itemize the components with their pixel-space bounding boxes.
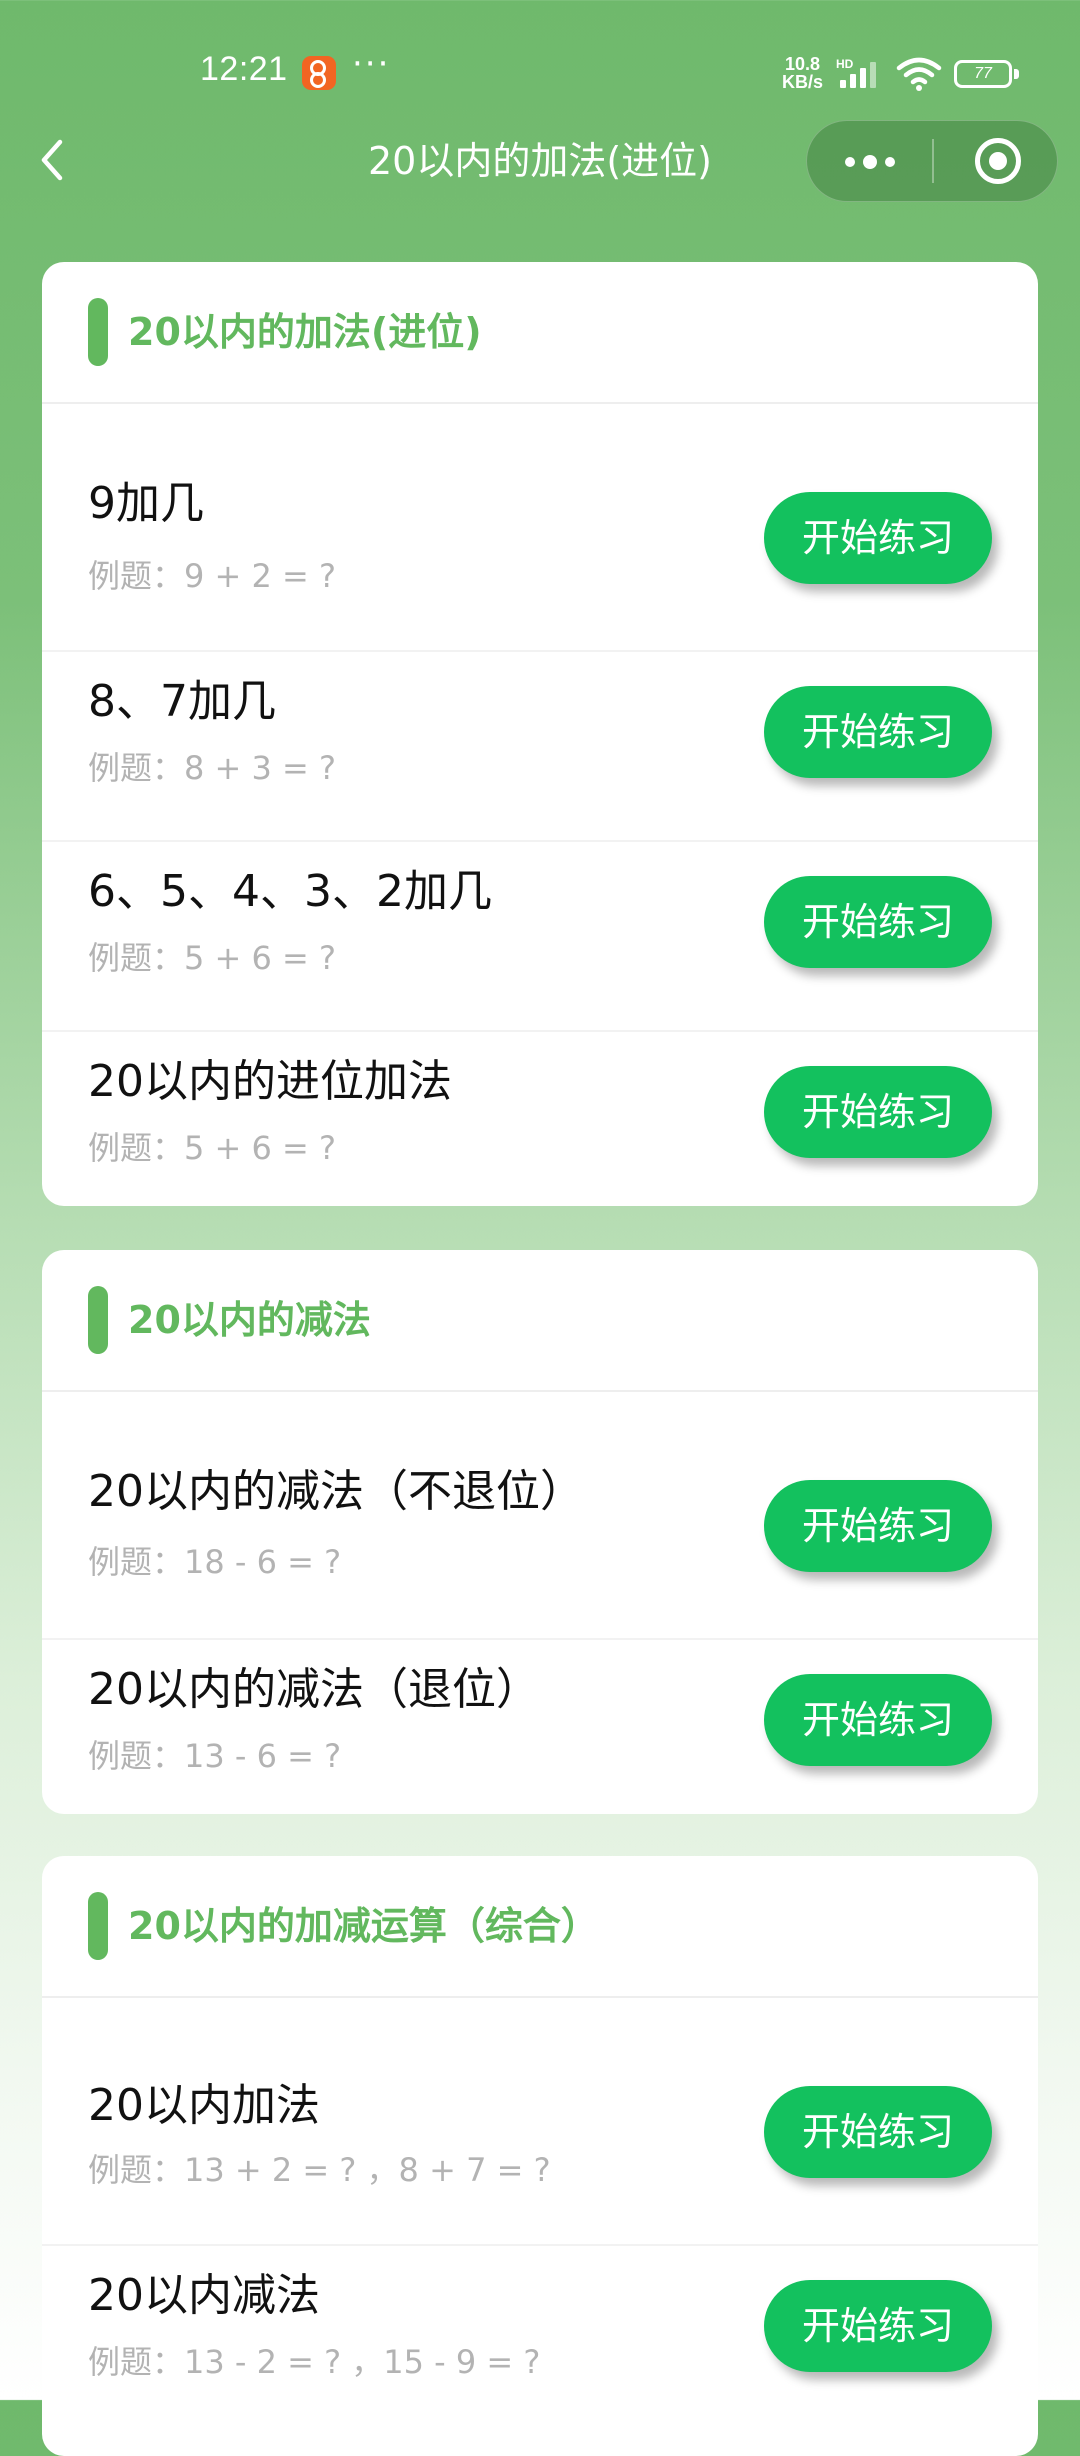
item-name: 9加几 (88, 478, 204, 529)
section-accent-bar (88, 1286, 108, 1354)
section-header: 20以内的减法 (42, 1250, 1038, 1392)
section-card: 20以内的加法(进位) 9加几 例题：9 + 2 = ? 开始练习 8、7加几 … (42, 262, 1038, 1206)
start-practice-button[interactable]: 开始练习 (764, 876, 992, 968)
item-example: 例题：13 - 2 = ? ，15 - 9 = ? (88, 2343, 541, 2381)
item-name: 20以内加法 (88, 2080, 320, 2131)
list-item: 6、5、4、3、2加几 例题：5 + 6 = ? 开始练习 (42, 842, 1038, 1032)
item-name: 8、7加几 (88, 676, 276, 727)
start-practice-button[interactable]: 开始练习 (764, 1066, 992, 1158)
list-item: 20以内的进位加法 例题：5 + 6 = ? 开始练习 (42, 1032, 1038, 1206)
item-name: 6、5、4、3、2加几 (88, 866, 492, 917)
section-title: 20以内的加减运算（综合） (128, 1904, 599, 1948)
item-name: 20以内的减法（退位） (88, 1664, 540, 1715)
list-item: 20以内的减法（不退位） 例题：18 - 6 = ? 开始练习 (42, 1392, 1038, 1640)
item-example: 例题：5 + 6 = ? (88, 939, 337, 977)
battery-level: 77 (954, 60, 1012, 88)
item-name: 20以内的进位加法 (88, 1056, 452, 1107)
page-title: 20以内的加法(进位) (367, 139, 712, 183)
item-example: 例题：8 + 3 = ? (88, 749, 337, 787)
network-speed-value: 10.8 (784, 54, 821, 74)
section-card: 20以内的减法 20以内的减法（不退位） 例题：18 - 6 = ? 开始练习 … (42, 1250, 1038, 1814)
more-icon[interactable] (807, 121, 931, 201)
section-title: 20以内的加法(进位) (128, 310, 482, 354)
item-name: 20以内的减法（不退位） (88, 1466, 584, 1517)
item-example: 例题：13 - 6 = ? (88, 1737, 342, 1775)
item-example: 例题：18 - 6 = ? (88, 1543, 342, 1581)
start-practice-button[interactable]: 开始练习 (764, 686, 992, 778)
back-icon[interactable] (30, 130, 74, 190)
section-header: 20以内的加法(进位) (42, 262, 1038, 404)
item-example: 例题：9 + 2 = ? (88, 557, 337, 595)
section-card: 20以内的加减运算（综合） 20以内加法 例题：13 + 2 = ? ，8 + … (42, 1856, 1038, 2456)
section-accent-bar (88, 1892, 108, 1960)
list-item: 20以内的减法（退位） 例题：13 - 6 = ? 开始练习 (42, 1640, 1038, 1814)
start-practice-button[interactable]: 开始练习 (764, 1480, 992, 1572)
battery-icon: 77 (954, 60, 1020, 88)
item-example: 例题：5 + 6 = ? (88, 1129, 337, 1167)
wifi-icon (896, 57, 942, 91)
list-item: 20以内加法 例题：13 + 2 = ? ，8 + 7 = ? 开始练习 (42, 1998, 1038, 2246)
section-title: 20以内的减法 (128, 1298, 371, 1342)
start-practice-button[interactable]: 开始练习 (764, 2280, 992, 2372)
section-header: 20以内的加减运算（综合） (42, 1856, 1038, 1998)
item-name: 20以内减法 (88, 2270, 320, 2321)
network-speed-unit: KB/s (782, 72, 824, 92)
start-practice-button[interactable]: 开始练习 (764, 492, 992, 584)
status-time: 12:21 (200, 50, 288, 88)
close-miniprogram-icon[interactable] (975, 138, 1021, 184)
miniprogram-capsule (806, 120, 1058, 202)
item-example: 例题：13 + 2 = ? ，8 + 7 = ? (88, 2151, 551, 2189)
start-practice-button[interactable]: 开始练习 (764, 1674, 992, 1766)
capsule-divider (932, 139, 934, 183)
section-accent-bar (88, 298, 108, 366)
status-more-indicator: ··· (352, 44, 391, 84)
list-item: 8、7加几 例题：8 + 3 = ? 开始练习 (42, 652, 1038, 842)
list-item: 20以内减法 例题：13 - 2 = ? ，15 - 9 = ? 开始练习 (42, 2246, 1038, 2436)
signal-icon (840, 62, 876, 88)
start-practice-button[interactable]: 开始练习 (764, 2086, 992, 2178)
list-item: 9加几 例题：9 + 2 = ? 开始练习 (42, 404, 1038, 652)
network-speed: 10.8 KB/s (782, 55, 823, 91)
app-notification-icon (302, 56, 336, 90)
